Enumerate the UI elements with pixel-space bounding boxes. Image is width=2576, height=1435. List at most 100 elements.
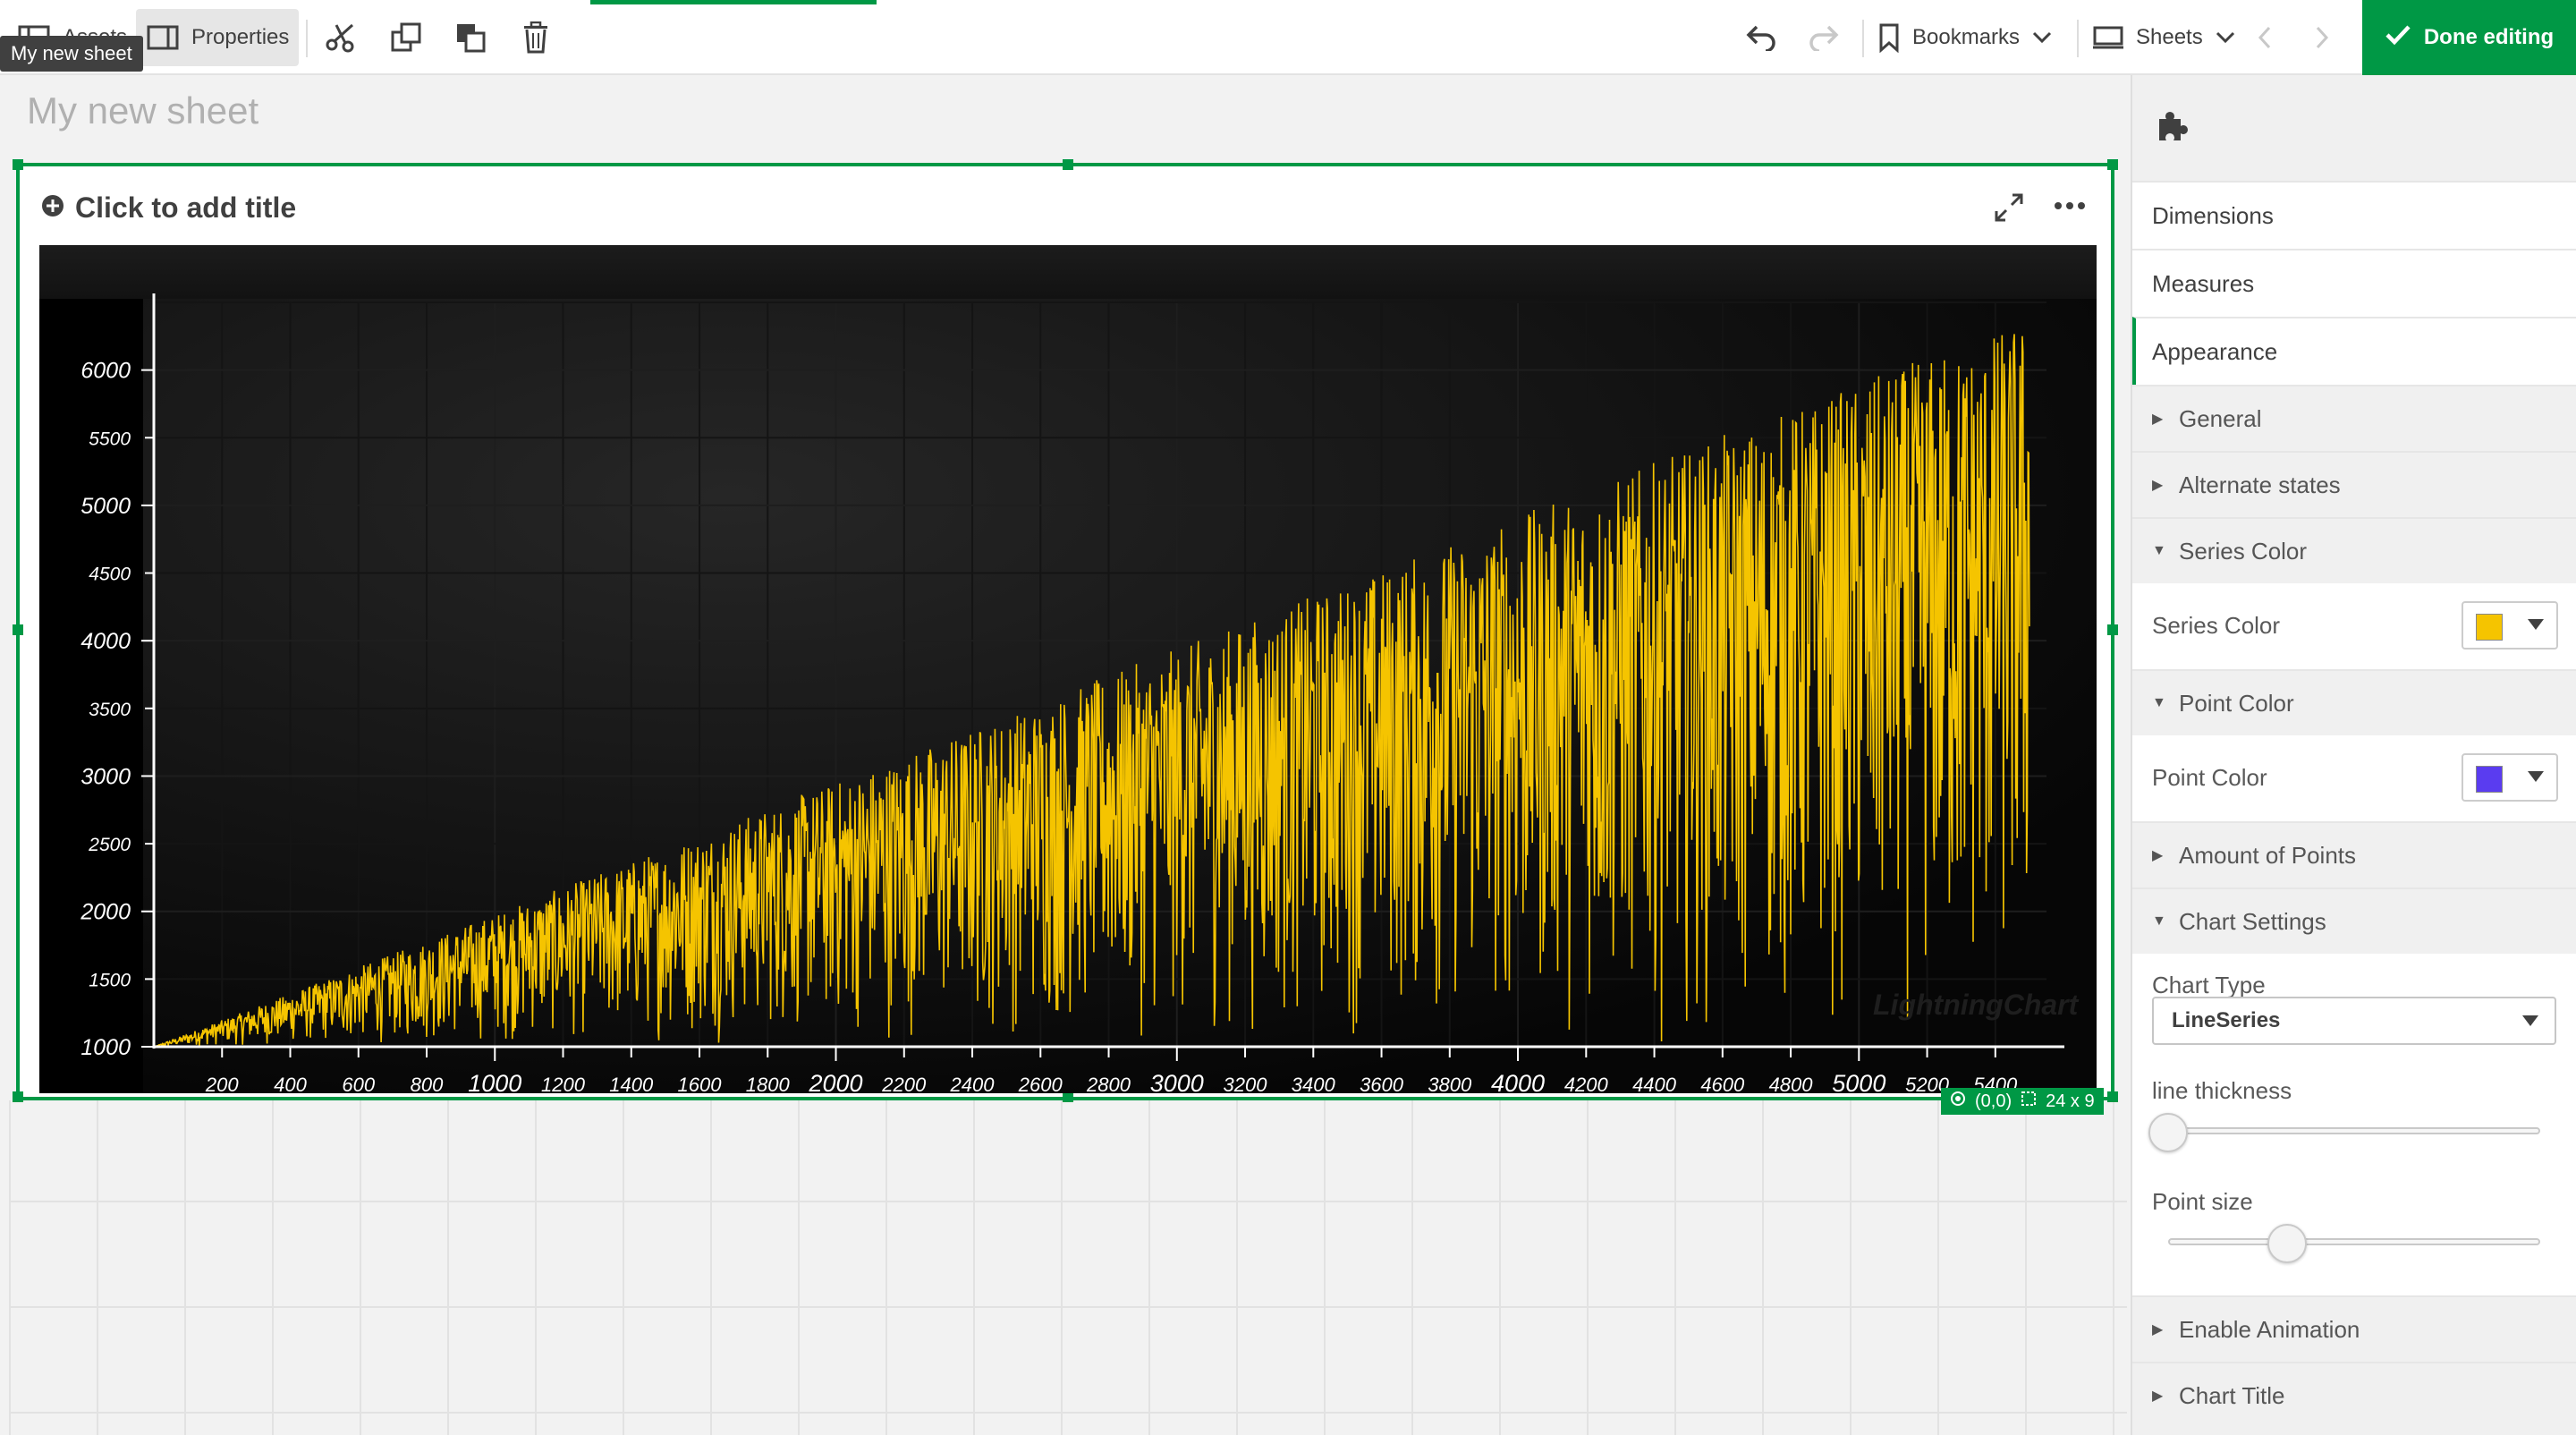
resize-handle[interactable]: [2107, 624, 2118, 635]
point-size-slider-thumb[interactable]: [2267, 1224, 2308, 1263]
x-tick-label: 2000: [808, 1070, 862, 1093]
caret-right-icon: ▶: [2152, 412, 2164, 427]
previous-sheet-button[interactable]: [2258, 9, 2272, 66]
object-title[interactable]: Click to add title: [41, 191, 296, 225]
target-icon: [1950, 1091, 1966, 1112]
x-tick-label: 5000: [1832, 1070, 1885, 1093]
sheets-button[interactable]: Sheets: [2093, 9, 2235, 66]
chevron-down-icon: [2216, 31, 2235, 44]
toolbar-divider: [1862, 20, 1864, 57]
done-editing-button[interactable]: Done editing: [2362, 0, 2576, 75]
resize-handle[interactable]: [13, 624, 23, 635]
x-tick-label: 1600: [678, 1074, 723, 1093]
resize-handle[interactable]: [13, 1091, 23, 1102]
sheet-title[interactable]: My new sheet: [27, 89, 258, 132]
position-value: (0,0): [1975, 1091, 2012, 1111]
caret-right-icon: ▶: [2152, 1322, 2164, 1337]
section-point-color[interactable]: ▼ Point Color: [2132, 669, 2576, 735]
point-color-label: Point Color: [2152, 764, 2267, 791]
redo-button[interactable]: [1809, 9, 1841, 66]
paste-button[interactable]: [454, 9, 487, 66]
dropdown-arrow-icon: [2522, 1015, 2538, 1026]
cut-button[interactable]: [324, 9, 358, 66]
undo-button[interactable]: [1744, 9, 1776, 66]
resize-handle[interactable]: [13, 159, 23, 170]
x-tick-label: 4800: [1769, 1074, 1814, 1093]
delete-button[interactable]: [522, 9, 549, 66]
chart-canvas[interactable]: 200 400 600 800 1200 1400 1600 1800 2200 2400 2600…: [39, 245, 2097, 1093]
x-tick-label: 2800: [1086, 1074, 1131, 1093]
tab-appearance[interactable]: Appearance: [2132, 317, 2576, 385]
section-amount-of-points[interactable]: ▶ Amount of Points: [2132, 821, 2576, 887]
section-chart-title-label: Chart Title: [2179, 1381, 2285, 1409]
active-tab-indicator: [590, 0, 877, 4]
chart-settings-body: Chart Type LineSeries line thickness Poi…: [2132, 954, 2576, 1295]
resize-handle[interactable]: [1063, 159, 1073, 170]
copy-button[interactable]: [390, 9, 422, 66]
point-color-picker[interactable]: [2462, 753, 2558, 802]
chart-watermark: LightningChart: [1873, 989, 2080, 1021]
x-tick-label: 3400: [1292, 1074, 1336, 1093]
y-tick-label: 4500: [89, 565, 131, 585]
sheets-label: Sheets: [2136, 25, 2203, 49]
dropdown-arrow-icon: [2528, 619, 2544, 630]
chart-type-select[interactable]: LineSeries: [2152, 997, 2556, 1045]
section-series-color-label: Series Color: [2179, 537, 2308, 565]
line-thickness-slider[interactable]: [2168, 1127, 2540, 1134]
point-color-row: Point Color: [2132, 735, 2576, 821]
section-general[interactable]: ▶ General: [2132, 385, 2576, 451]
properties-icon: [147, 25, 179, 50]
section-general-label: General: [2179, 404, 2262, 432]
caret-down-icon: ▼: [2152, 695, 2166, 710]
next-sheet-button[interactable]: [2315, 9, 2329, 66]
section-chart-title[interactable]: ▶ Chart Title: [2132, 1362, 2576, 1428]
ellipsis-icon: [2054, 199, 2086, 214]
add-circle-icon: [41, 191, 64, 225]
line-thickness-slider-thumb[interactable]: [2148, 1113, 2188, 1152]
tab-dimensions[interactable]: Dimensions: [2132, 181, 2576, 249]
section-amount-of-points-label: Amount of Points: [2179, 841, 2356, 869]
resize-handle[interactable]: [2107, 1091, 2118, 1102]
section-enable-animation-label: Enable Animation: [2179, 1315, 2360, 1343]
chart-type-label: Chart Type: [2152, 972, 2266, 998]
x-tick-label: 600: [342, 1074, 375, 1093]
series-color-picker[interactable]: [2462, 601, 2558, 650]
series-color-row: Series Color: [2132, 583, 2576, 669]
undo-icon: [1744, 24, 1776, 51]
resize-handle[interactable]: [2107, 159, 2118, 170]
toolbar-divider: [306, 20, 308, 57]
section-enable-animation[interactable]: ▶ Enable Animation: [2132, 1295, 2576, 1362]
caret-down-icon: ▼: [2152, 913, 2166, 929]
bookmarks-button[interactable]: Bookmarks: [1878, 9, 2052, 66]
fullscreen-button[interactable]: [1991, 190, 2027, 230]
properties-button[interactable]: Properties: [136, 9, 299, 66]
x-tick-label: 2200: [881, 1074, 927, 1093]
sheet-grid: [9, 1100, 2127, 1435]
section-series-color[interactable]: ▼ Series Color: [2132, 517, 2576, 583]
x-tick-label: 1800: [746, 1074, 791, 1093]
tab-appearance-label: Appearance: [2152, 337, 2278, 365]
x-tick-label: 200: [205, 1074, 239, 1093]
paste-icon: [454, 21, 487, 54]
scissors-icon: [324, 21, 358, 55]
x-tick-label: 400: [274, 1074, 307, 1093]
properties-panel: Dimensions Measures Appearance ▶ General…: [2131, 75, 2576, 1435]
line-chart: 200 400 600 800 1200 1400 1600 1800 2200 2400 2600…: [39, 245, 2097, 1093]
expand-icon: [1991, 193, 2027, 229]
size-icon: [2021, 1091, 2037, 1112]
caret-down-icon: ▼: [2152, 543, 2166, 558]
x-tick-label: 3200: [1224, 1074, 1268, 1093]
x-tick-label: 4400: [1632, 1074, 1677, 1093]
chart-object[interactable]: Click to add title 200 400 600 800 1200 …: [13, 159, 2118, 1115]
section-chart-settings[interactable]: ▼ Chart Settings: [2132, 887, 2576, 954]
x-tick-label: 4600: [1700, 1074, 1745, 1093]
y-tick-label: 2000: [80, 900, 131, 925]
x-tick-label: 800: [411, 1074, 444, 1093]
redo-icon: [1809, 24, 1841, 51]
section-alternate-states[interactable]: ▶ Alternate states: [2132, 451, 2576, 517]
point-size-slider[interactable]: [2168, 1238, 2540, 1245]
toolbar-divider: [2077, 20, 2079, 57]
more-options-button[interactable]: [2054, 199, 2086, 215]
tab-measures[interactable]: Measures: [2132, 249, 2576, 317]
toolbar: Assets My new sheet Properties: [0, 0, 2576, 75]
